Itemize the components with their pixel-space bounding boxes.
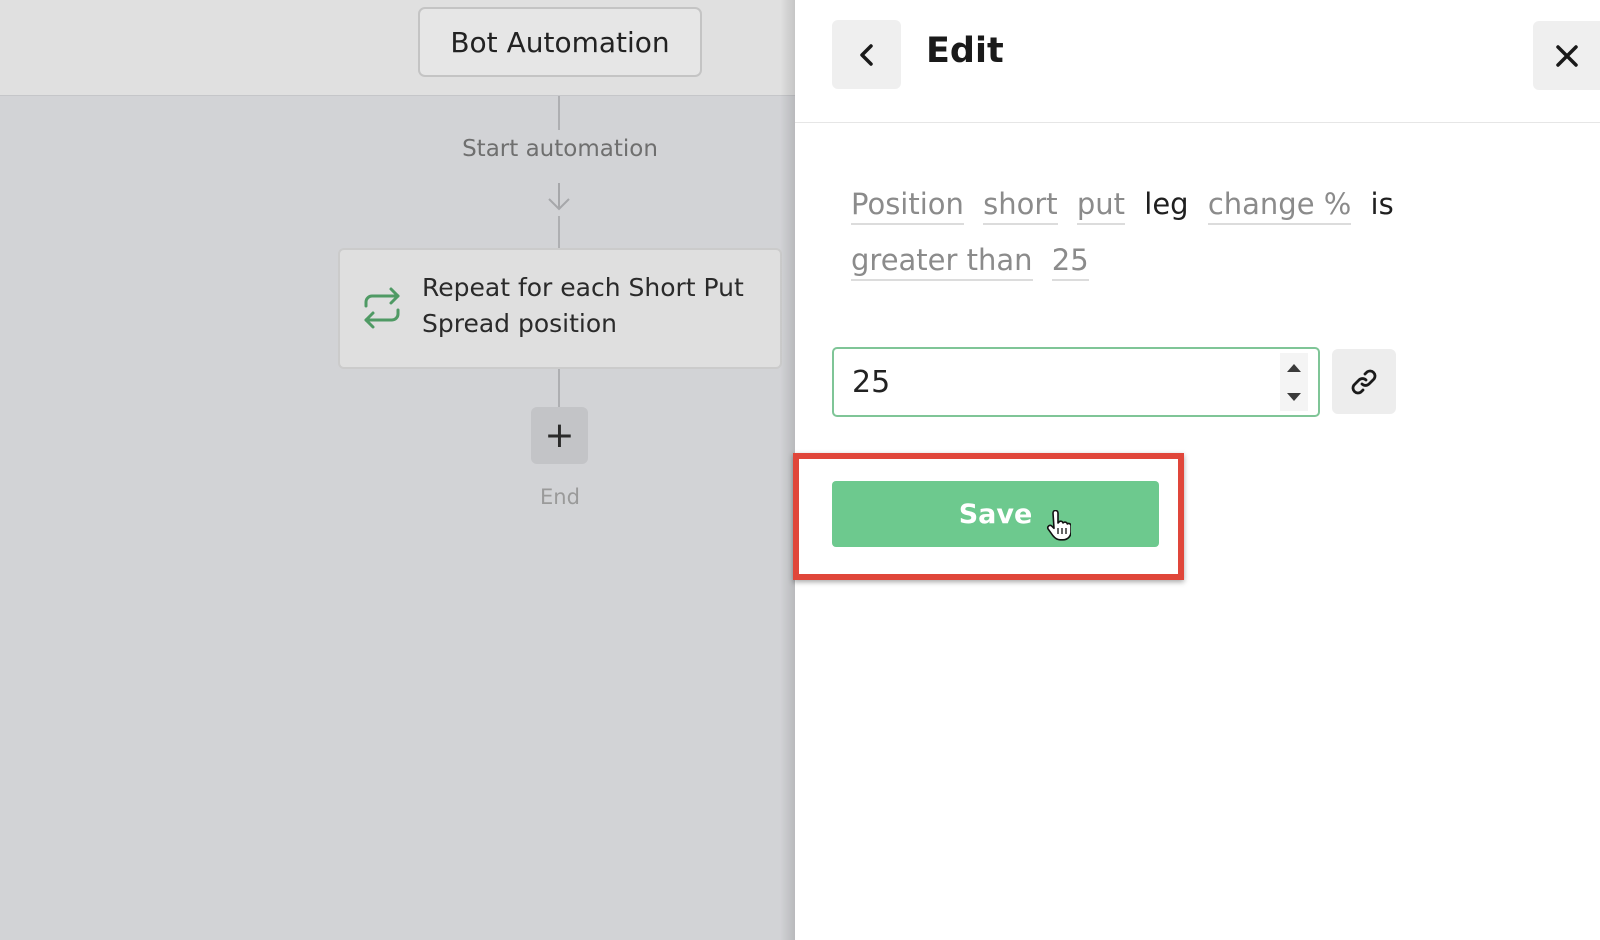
condition-text: leg — [1144, 187, 1189, 221]
canvas-topbar: Bot Automation — [0, 0, 795, 96]
value-input-container — [832, 347, 1320, 417]
condition-token-subject[interactable]: Position — [851, 187, 964, 225]
close-icon — [1555, 44, 1578, 67]
condition-token-type[interactable]: put — [1076, 187, 1126, 225]
condition-sentence: Position short put leg change % is great… — [851, 176, 1451, 288]
stepper-up-button[interactable] — [1280, 353, 1308, 382]
condition-token-operator[interactable]: greater than — [851, 243, 1033, 281]
start-automation-label: Start automation — [462, 136, 658, 162]
triangle-up-icon — [1287, 363, 1301, 372]
triangle-down-icon — [1287, 392, 1301, 401]
end-label: End — [540, 485, 580, 509]
chevron-left-icon — [859, 43, 873, 66]
automation-canvas: Bot Automation Start automation Repeat f… — [0, 0, 795, 940]
repeat-step-label: Repeat for each Short Put Spread positio… — [422, 273, 744, 338]
connector-line — [558, 216, 560, 248]
stepper-down-button[interactable] — [1280, 382, 1308, 411]
condition-token-metric[interactable]: change % — [1207, 187, 1352, 225]
back-button[interactable] — [832, 20, 901, 89]
close-button[interactable] — [1533, 21, 1600, 90]
value-input[interactable] — [834, 349, 1274, 415]
repeat-icon — [364, 287, 400, 329]
save-button[interactable]: Save — [832, 481, 1159, 547]
connector-line — [558, 369, 560, 407]
condition-token-value[interactable]: 25 — [1051, 243, 1089, 281]
number-stepper — [1280, 353, 1308, 411]
connector-line — [558, 96, 560, 130]
edit-panel: Edit Position short put leg change % is … — [793, 0, 1600, 940]
link-icon — [1351, 369, 1377, 394]
arrow-down-icon — [548, 183, 570, 211]
automation-title-button[interactable]: Bot Automation — [418, 7, 702, 77]
panel-title: Edit — [926, 31, 1004, 71]
add-step-button[interactable]: + — [531, 407, 588, 464]
condition-text: is — [1370, 187, 1394, 221]
hand-cursor-icon — [1047, 510, 1071, 541]
repeat-step-card[interactable]: Repeat for each Short Put Spread positio… — [338, 248, 782, 369]
condition-token-side[interactable]: short — [983, 187, 1058, 225]
edit-panel-header: Edit — [795, 0, 1600, 123]
link-variable-button[interactable] — [1332, 349, 1396, 414]
